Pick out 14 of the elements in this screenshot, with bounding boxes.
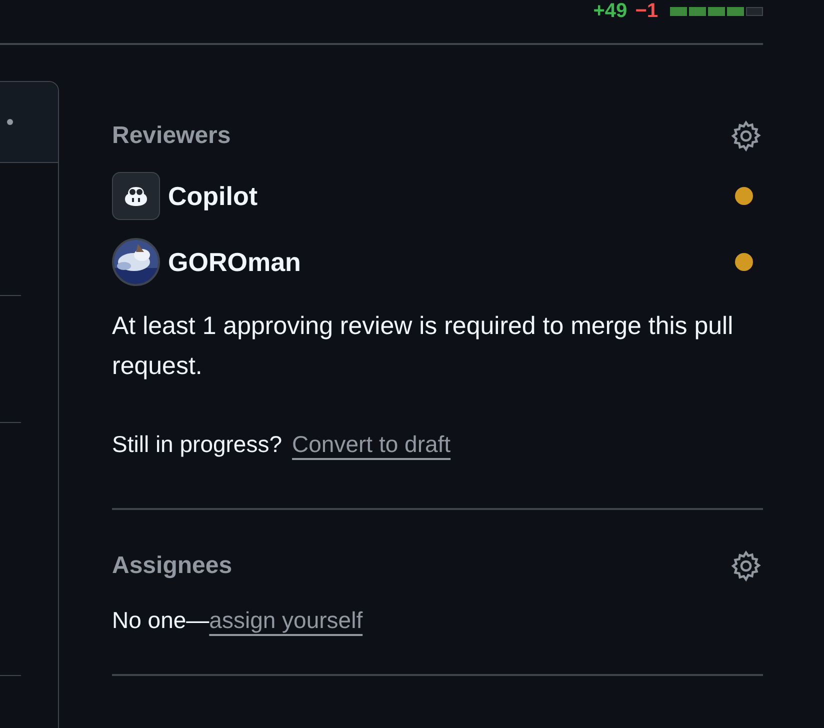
assign-yourself-link[interactable]: assign yourself	[209, 600, 363, 640]
convert-to-draft-link[interactable]: Convert to draft	[292, 424, 451, 464]
reviewer-name[interactable]: GOROman	[168, 242, 301, 282]
settings-icon[interactable]	[729, 119, 763, 153]
no-assignee-text: No one—	[112, 606, 210, 635]
settings-icon[interactable]	[729, 549, 763, 583]
section-title: Assignees	[112, 551, 232, 581]
deletions-count: −1	[635, 0, 658, 22]
review-note: At least 1 approving review is required to merge this pull request.	[112, 311, 734, 382]
reviewer-name[interactable]: Copilot	[168, 176, 258, 216]
section-title: Reviewers	[112, 121, 231, 151]
draft-prompt: Still in progress?	[112, 430, 282, 459]
bot-avatar	[112, 172, 160, 220]
additions-count: +49	[593, 0, 628, 22]
